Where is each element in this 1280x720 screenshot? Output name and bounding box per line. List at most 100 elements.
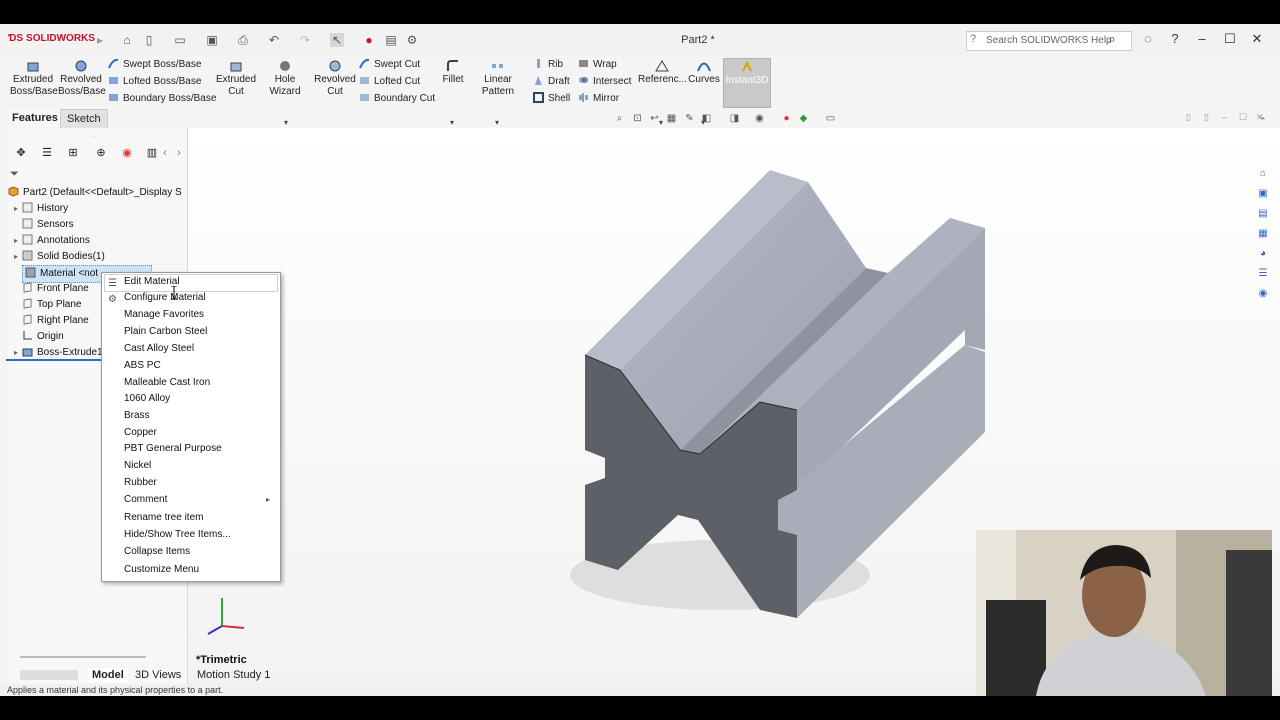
menu-item-manage-favorites[interactable]: Manage Favorites [124, 307, 204, 323]
search-icon[interactable]: ⌕ [1104, 31, 1120, 47]
menu-item-plain-carbon-steel[interactable]: Plain Carbon Steel [124, 324, 207, 340]
menu-item-collapse-items[interactable]: Collapse Items [124, 544, 190, 560]
viewport-split-icon[interactable]: ▯ [1204, 112, 1209, 123]
dimxpert-icon[interactable]: ⊕ [94, 146, 108, 160]
display-style-icon[interactable]: ◨ [728, 112, 741, 125]
tree-item-origin[interactable]: Origin [22, 329, 64, 345]
menu-item-comment[interactable]: Comment [124, 492, 167, 508]
task-pane-home-icon[interactable]: ⌂ [1256, 168, 1270, 182]
view-settings-icon[interactable]: ▭ [824, 112, 837, 125]
tree-item-right-plane[interactable]: Right Plane [22, 313, 89, 329]
swept-boss-button[interactable]: Swept Boss/Base [108, 58, 201, 72]
extruded-cut-button[interactable]: Extruded Cut [214, 60, 258, 98]
user-icon[interactable]: ◌ [1140, 31, 1156, 46]
help-icon[interactable]: ? [1167, 31, 1183, 46]
swept-cut-button[interactable]: Swept Cut [359, 58, 420, 72]
close-icon[interactable]: ✕ [1249, 31, 1265, 47]
task-pane-forum-icon[interactable]: ◉ [1256, 288, 1270, 302]
menu-item-rubber[interactable]: Rubber [124, 475, 157, 491]
viewport-maximize-icon[interactable]: ☐ [1239, 112, 1247, 123]
zoom-to-fit-icon[interactable]: ⌕ [613, 112, 626, 125]
display-manager-icon[interactable]: ◉ [120, 146, 134, 160]
chevron-down-icon[interactable]: ▾ [284, 118, 288, 127]
task-pane-properties-icon[interactable]: ☰ [1256, 268, 1270, 282]
task-pane-resources-icon[interactable]: ▣ [1256, 188, 1270, 202]
chevron-down-icon[interactable]: ▾ [450, 118, 454, 127]
edit-appearance-icon[interactable]: ● [780, 112, 793, 125]
menu-item-cast-alloy-steel[interactable]: Cast Alloy Steel [124, 341, 194, 357]
boundary-boss-button[interactable]: Boundary Boss/Base [108, 92, 216, 106]
section-view-icon[interactable]: ▦ [665, 112, 678, 125]
tab-3d-views[interactable]: 3D Views [135, 668, 181, 682]
intersect-button[interactable]: Intersect [578, 75, 631, 89]
menu-item-brass[interactable]: Brass [124, 408, 150, 424]
status-text: Applies a material and its physical prop… [7, 685, 224, 695]
maximize-icon[interactable]: ☐ [1222, 31, 1238, 47]
zoom-to-area-icon[interactable]: ⊡ [631, 112, 644, 125]
viewport-close-icon[interactable]: ✕ [1256, 112, 1264, 123]
instant3d-button[interactable]: Instant3D [723, 58, 771, 108]
viewport-tile-icon[interactable]: ▯ [1186, 112, 1191, 123]
reference-geometry-button[interactable]: Referenc... [638, 60, 687, 86]
filter-icon[interactable]: ⏷ [10, 168, 19, 181]
menu-item-pbt-general-purpose[interactable]: PBT General Purpose [124, 441, 222, 457]
tree-item-solid-bodies[interactable]: ▸ Solid Bodies(1) [10, 249, 105, 265]
tree-item-history[interactable]: ▸ History [10, 201, 68, 217]
tree-root-part[interactable]: Part2 (Default<<Default>_Display S [8, 185, 182, 201]
wrap-button[interactable]: Wrap [578, 58, 617, 72]
scroll-right-icon[interactable]: › [172, 146, 186, 160]
tab-motion-study[interactable]: Motion Study 1 [197, 668, 270, 682]
lofted-boss-button[interactable]: Lofted Boss/Base [108, 75, 201, 89]
menu-item-copper[interactable]: Copper [124, 425, 157, 441]
previous-view-icon[interactable]: ↩ [648, 112, 661, 125]
curves-button[interactable]: Curves [688, 60, 720, 86]
apply-scene-icon[interactable]: ◆ [797, 112, 810, 125]
rib-button[interactable]: Rib [533, 58, 563, 72]
viewport-minimize-icon[interactable]: – [1222, 112, 1227, 122]
tree-item-front-plane[interactable]: Front Plane [22, 281, 89, 297]
menu-item-nickel[interactable]: Nickel [124, 458, 151, 474]
revolved-boss-button[interactable]: Revolved Boss/Base [58, 60, 106, 98]
menu-item-rename-tree-item[interactable]: Rename tree item [124, 510, 203, 526]
tree-item-annotations[interactable]: ▸ Annotations [10, 233, 90, 249]
panel-splitter[interactable]: ◦ [92, 132, 95, 141]
draft-button[interactable]: Draft [533, 75, 570, 89]
scroll-left-icon[interactable]: ‹ [158, 146, 172, 160]
shell-button[interactable]: Shell [533, 92, 570, 106]
menu-item-malleable-cast-iron[interactable]: Malleable Cast Iron [124, 375, 210, 391]
hide-show-items-icon[interactable]: ◉ [753, 112, 766, 125]
configuration-manager-icon[interactable]: ⊞ [66, 146, 80, 160]
tree-item-sensors[interactable]: Sensors [10, 217, 74, 233]
chevron-down-icon[interactable]: ▾ [495, 118, 499, 127]
v-block-part[interactable] [560, 154, 1000, 624]
menu-item-hide-show-tree-items[interactable]: Hide/Show Tree Items... [124, 527, 231, 543]
menu-item-abs-pc[interactable]: ABS PC [124, 358, 161, 374]
linear-pattern-button[interactable]: Linear Pattern [468, 60, 528, 98]
cam-manager-icon[interactable]: ▥ [145, 146, 159, 160]
featuremanager-tree-icon[interactable]: ✥ [14, 146, 28, 160]
dynamic-annotation-icon[interactable]: ✎ [683, 112, 696, 125]
mirror-button[interactable]: Mirror [578, 92, 619, 106]
task-pane-appearances-icon[interactable]: ◕ [1256, 248, 1270, 262]
minimize-icon[interactable]: – [1194, 31, 1210, 46]
extruded-boss-button[interactable]: Extruded Boss/Base [10, 60, 58, 98]
task-pane-explorer-icon[interactable]: ▦ [1256, 228, 1270, 242]
menu-item-configure-material[interactable]: Configure Material [124, 290, 206, 306]
tab-scroll-arrows[interactable] [20, 670, 78, 680]
rollback-bar[interactable] [6, 359, 102, 361]
revolved-cut-button[interactable]: Revolved Cut [313, 60, 357, 98]
lofted-cut-button[interactable]: Lofted Cut [359, 75, 420, 89]
tab-features[interactable]: Features [6, 109, 64, 127]
fillet-button[interactable]: Fillet [440, 60, 466, 86]
hole-wizard-button[interactable]: Hole Wizard [260, 60, 310, 98]
menu-item-customize-menu[interactable]: Customize Menu [124, 562, 199, 578]
tree-item-top-plane[interactable]: Top Plane [22, 297, 81, 313]
task-pane-library-icon[interactable]: ▤ [1256, 208, 1270, 222]
tab-model[interactable]: Model [88, 668, 128, 682]
property-manager-icon[interactable]: ☰ [40, 146, 54, 160]
menu-item-1060-alloy[interactable]: 1060 Alloy [124, 391, 170, 407]
panel-scrollbar[interactable] [20, 656, 146, 658]
tab-sketch[interactable]: Sketch [60, 109, 108, 129]
boundary-cut-button[interactable]: Boundary Cut [359, 92, 435, 106]
view-orientation-icon[interactable]: ◧ [700, 112, 713, 125]
